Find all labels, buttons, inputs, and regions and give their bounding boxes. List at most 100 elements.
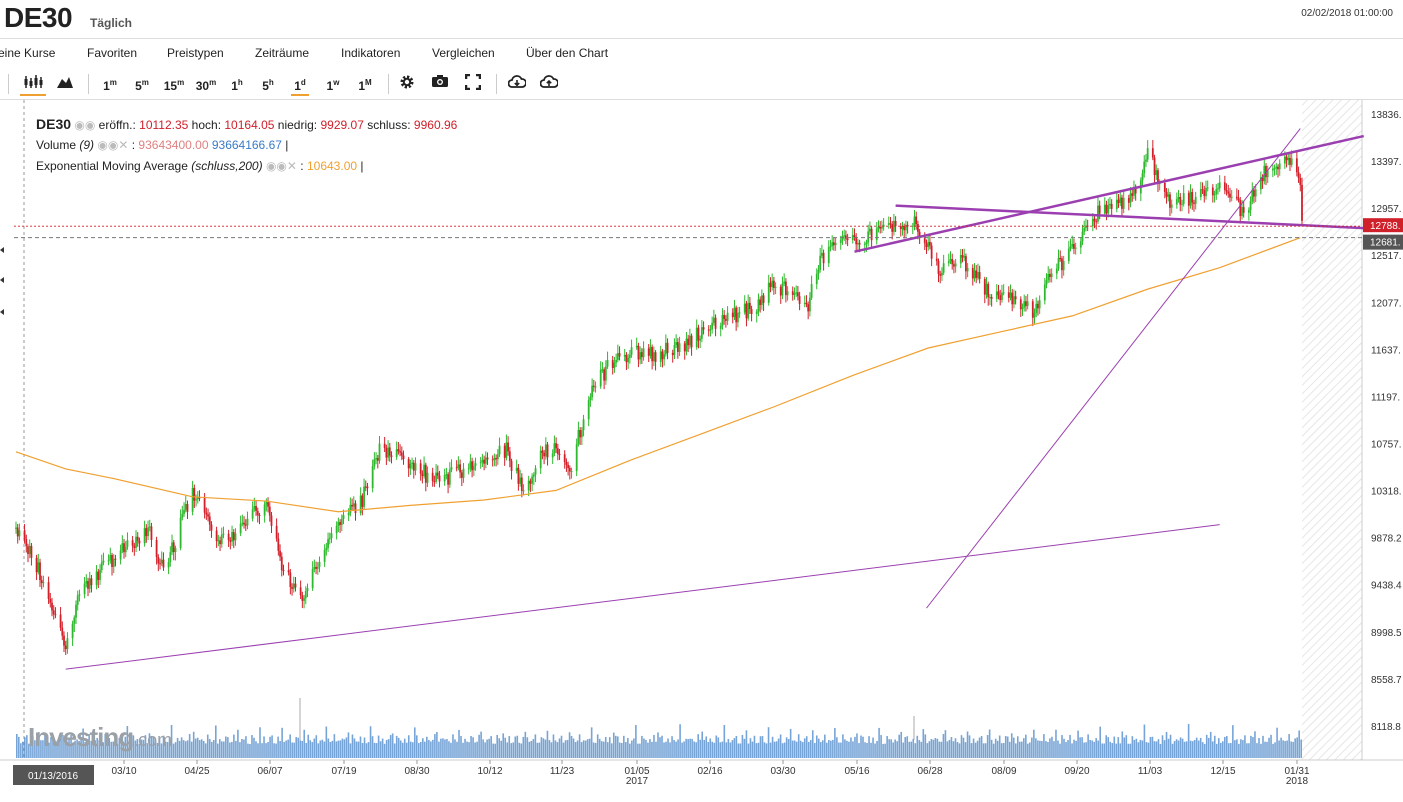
candle-body xyxy=(659,351,662,362)
volume-bar xyxy=(355,741,358,758)
interval-15m-button[interactable]: 15m xyxy=(160,74,188,94)
candle-body xyxy=(1275,166,1278,169)
volume-bar xyxy=(705,736,708,758)
candle-body xyxy=(965,256,967,272)
interval-5h-button[interactable]: 5h xyxy=(260,74,276,94)
indicator-controls-icon[interactable]: ◉◉✕ xyxy=(266,159,297,173)
price-chart[interactable]: 13836. 13397. 12957. 12517. 12077. 11637. 1119… xyxy=(0,100,1403,797)
candle-body xyxy=(385,447,388,458)
cloud-upload-icon[interactable] xyxy=(538,74,560,94)
volume-bar xyxy=(864,742,866,758)
volume-bar xyxy=(936,738,939,758)
fullscreen-icon[interactable] xyxy=(463,73,483,94)
volume-bar xyxy=(283,741,285,758)
candle-body xyxy=(748,302,751,310)
candle-body xyxy=(147,527,149,537)
volume-bar xyxy=(480,731,482,758)
volume-bar xyxy=(446,739,448,758)
menu-item-preistypen[interactable]: Preistypen xyxy=(167,46,224,60)
volume-bar xyxy=(1165,731,1168,758)
volume-bar xyxy=(530,740,533,758)
menu-item-ueber-chart[interactable]: Über den Chart xyxy=(526,46,608,60)
volume-bar xyxy=(729,742,732,758)
volume-bar xyxy=(1224,736,1226,758)
volume-bar xyxy=(801,742,804,758)
candle-body xyxy=(491,459,494,461)
candle-body xyxy=(111,555,113,567)
volume-bar xyxy=(1027,743,1029,758)
candle-body xyxy=(220,534,223,545)
candle-body xyxy=(411,462,413,464)
interval-1M-button[interactable]: 1M xyxy=(356,74,374,94)
volume-bar xyxy=(570,735,573,758)
interval-30m-button[interactable]: 30m xyxy=(192,74,220,94)
candlestick-type-icon[interactable] xyxy=(20,74,46,96)
candle-body xyxy=(971,267,974,279)
interval-1d-button[interactable]: 1d xyxy=(291,74,309,96)
indicator-controls-icon[interactable]: ◉◉✕ xyxy=(97,138,128,152)
menu-item-vergleichen[interactable]: Vergleichen xyxy=(432,46,495,60)
chart-area[interactable]: 13836. 13397. 12957. 12517. 12077. 11637. 1119… xyxy=(0,100,1403,797)
menu-item-indikatoren[interactable]: Indikatoren xyxy=(341,46,400,60)
volume-bar xyxy=(657,732,659,758)
interval-1w-button[interactable]: 1w xyxy=(324,74,342,94)
menu-item-favoriten[interactable]: Favoriten xyxy=(87,46,137,60)
interval-number: 1 xyxy=(231,79,238,93)
candle-body xyxy=(66,638,69,650)
cloud-download-icon[interactable] xyxy=(506,74,528,94)
volume-bar xyxy=(1181,738,1184,758)
candle-body xyxy=(1299,177,1302,185)
eye-icon[interactable]: ◉◉ xyxy=(74,118,95,132)
candle-body xyxy=(891,224,894,232)
candle-body xyxy=(244,524,247,526)
candle-body xyxy=(1151,148,1154,158)
volume-bar xyxy=(331,740,334,758)
volume-bar xyxy=(590,727,593,758)
volume-bar xyxy=(1278,740,1280,758)
candle-body xyxy=(603,369,606,381)
candle-body xyxy=(18,530,21,537)
volume-bar xyxy=(765,743,768,758)
menu-item-kurse[interactable]: eine Kurse xyxy=(0,46,55,60)
volume-bar xyxy=(229,742,231,758)
volume-bar xyxy=(542,738,545,758)
volume-bar xyxy=(852,741,854,758)
menu-item-zeitraeume[interactable]: Zeiträume xyxy=(255,46,309,60)
volume-bar xyxy=(1103,743,1106,758)
candle-body xyxy=(169,552,172,562)
volume-bar xyxy=(984,743,987,758)
candle-body xyxy=(231,532,233,542)
area-type-icon[interactable] xyxy=(54,74,76,94)
volume-bar xyxy=(828,740,830,758)
candle-body xyxy=(15,527,17,529)
y-tick-label: 12517. xyxy=(1371,251,1402,262)
volume-bar xyxy=(707,742,710,758)
gear-icon[interactable] xyxy=(397,74,417,94)
candle-body xyxy=(193,487,196,501)
trendline xyxy=(854,134,1364,253)
candle-body xyxy=(1127,197,1130,203)
interval-1m-button[interactable]: 1m xyxy=(100,74,120,94)
candle-body xyxy=(520,477,523,491)
candle-body xyxy=(366,486,369,489)
datetime-label: 02/02/2018 01:00:00 xyxy=(1301,8,1393,19)
candle-body xyxy=(109,555,112,561)
candle-body xyxy=(455,467,458,469)
candle-body xyxy=(172,542,175,553)
volume-bar xyxy=(659,737,661,758)
interval-1h-button[interactable]: 1h xyxy=(229,74,245,94)
volume-bar xyxy=(1087,734,1089,758)
candle-body xyxy=(567,464,570,468)
candle-body xyxy=(402,455,405,460)
candle-body xyxy=(1117,199,1120,204)
interval-5m-button[interactable]: 5m xyxy=(131,74,153,94)
volume-bar xyxy=(1228,743,1230,758)
candle-body xyxy=(930,245,933,259)
candle-body xyxy=(951,259,954,265)
candle-body xyxy=(42,582,45,584)
candle-body xyxy=(493,457,496,460)
y-tick-label: 12077. xyxy=(1371,298,1402,309)
volume-bar xyxy=(681,742,683,758)
volume-bar xyxy=(876,740,878,758)
camera-icon[interactable] xyxy=(430,74,450,94)
